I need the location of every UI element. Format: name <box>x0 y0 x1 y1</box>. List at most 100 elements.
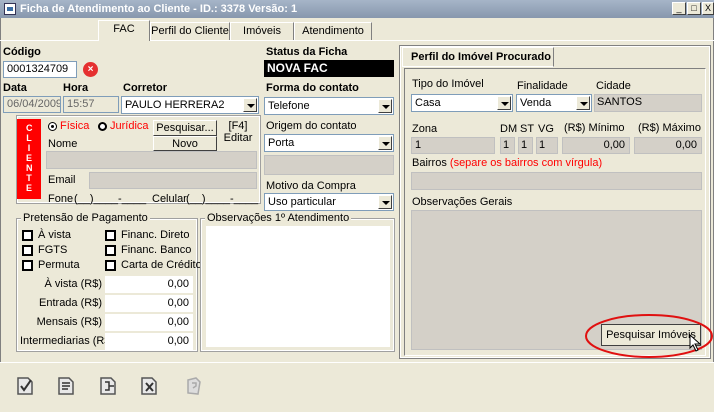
chevron-down-icon[interactable] <box>497 96 511 110</box>
avista-valor-label: À vista (R$) <box>44 278 102 290</box>
dm-field[interactable]: 1 <box>500 137 515 154</box>
dm-label: DM <box>500 123 518 135</box>
tab-atendimento[interactable]: Atendimento <box>294 22 372 40</box>
tipo-imovel-select[interactable]: Casa <box>411 94 513 112</box>
export-doc-icon[interactable] <box>98 375 120 397</box>
email-field[interactable] <box>89 172 257 189</box>
juridica-label: Jurídica <box>110 120 149 132</box>
close-button[interactable]: X <box>702 2 714 15</box>
entrada-valor-field[interactable]: 0,00 <box>105 295 193 312</box>
help-doc-icon[interactable] <box>183 375 205 397</box>
fgts-checkbox[interactable] <box>22 245 33 256</box>
entrada-valor-label: Entrada (R$) <box>39 297 102 309</box>
status-label: Status da Ficha <box>266 46 348 58</box>
window-title: Ficha de Atendimento ao Cliente - ID.: 3… <box>20 3 298 15</box>
status-badge: NOVA FAC <box>264 60 394 77</box>
corretor-select[interactable]: PAULO HERRERA2 <box>121 96 259 114</box>
maximize-button[interactable]: □ <box>687 2 701 15</box>
fone-field[interactable]: (__)____-____ <box>74 193 150 205</box>
corretor-label: Corretor <box>123 82 168 94</box>
finalidade-label: Finalidade <box>517 80 568 92</box>
intermediarias-valor-field[interactable]: 0,00 <box>105 333 193 350</box>
financ-direto-label: Financ. Direto <box>121 229 190 241</box>
pagamento-legend: Pretensão de Pagamento <box>21 212 150 224</box>
delete-doc-icon[interactable] <box>139 375 161 397</box>
finalidade-value: Venda <box>520 97 552 109</box>
origem-contato-value: Porta <box>268 137 295 149</box>
cancel-icon[interactable]: × <box>83 62 98 77</box>
carta-credito-label: Carta de Crédito <box>121 259 202 271</box>
origem-extra-field <box>264 155 394 175</box>
finalidade-select[interactable]: Venda <box>516 94 592 112</box>
financ-banco-label: Financ. Banco <box>121 244 192 256</box>
bairros-hint: (separe os bairros com vírgula) <box>449 157 603 169</box>
vg-field[interactable]: 1 <box>536 137 558 154</box>
edit-doc-icon[interactable] <box>56 375 78 397</box>
avista-valor-field[interactable]: 0,00 <box>105 276 193 293</box>
chevron-down-icon[interactable] <box>378 136 392 150</box>
cliente-band: CLIENTE <box>17 119 41 199</box>
novo-cliente-button[interactable]: Novo <box>153 136 217 151</box>
tab-perfil-cliente[interactable]: Perfil do Cliente <box>150 22 230 40</box>
f4-shortcut: [F4] <box>228 120 248 132</box>
tipo-imovel-value: Casa <box>415 97 441 109</box>
zona-field[interactable]: 1 <box>411 137 495 154</box>
st-label: ST <box>520 123 535 135</box>
financ-banco-checkbox[interactable] <box>105 245 116 256</box>
origem-contato-select[interactable]: Porta <box>264 134 394 152</box>
cidade-field[interactable]: SANTOS <box>594 94 702 112</box>
codigo-label: Código <box>3 46 41 58</box>
chevron-down-icon[interactable] <box>378 195 392 209</box>
tab-fac[interactable]: FAC <box>98 20 150 41</box>
tipo-imovel-label: Tipo do Imóvel <box>412 78 484 90</box>
forma-contato-select[interactable]: Telefone <box>264 97 394 115</box>
fisica-radio[interactable] <box>48 122 57 131</box>
chevron-down-icon[interactable] <box>576 96 590 110</box>
app-icon <box>4 3 16 15</box>
celular-field[interactable]: (__)____-____ <box>186 193 258 205</box>
forma-contato-label: Forma do contato <box>266 82 359 94</box>
pesquisar-cliente-button[interactable]: Pesquisar... <box>153 120 217 136</box>
cidade-label: Cidade <box>596 80 631 92</box>
avista-label: À vista <box>38 229 72 241</box>
nome-field[interactable] <box>46 151 257 169</box>
data-field: 06/04/2009 <box>3 96 61 113</box>
chevron-down-icon[interactable] <box>378 99 392 113</box>
nome-label: Nome <box>48 138 78 150</box>
origem-contato-label: Origem do contato <box>266 120 357 132</box>
motivo-compra-label: Motivo da Compra <box>266 180 356 192</box>
bairros-label: Bairros (separe os bairros com vírgula) <box>412 157 602 169</box>
cursor-icon <box>689 334 702 352</box>
permuta-checkbox[interactable] <box>22 260 33 271</box>
minimize-button[interactable]: _ <box>672 2 686 15</box>
codigo-field[interactable]: 0001324709 <box>3 61 77 78</box>
email-label: Email <box>48 174 76 186</box>
editar-button[interactable]: [F4] Editar <box>220 120 256 152</box>
juridica-radio[interactable] <box>98 122 107 131</box>
motivo-compra-value: Uso particular <box>268 196 336 208</box>
confirm-doc-icon[interactable] <box>15 375 37 397</box>
bairros-field[interactable] <box>411 172 702 190</box>
celular-label: Celular <box>152 193 187 205</box>
observacoes-textarea[interactable] <box>206 226 390 347</box>
carta-credito-checkbox[interactable] <box>105 260 116 271</box>
tab-imoveis[interactable]: Imóveis <box>230 22 294 40</box>
mensais-valor-field[interactable]: 0,00 <box>105 314 193 331</box>
financ-direto-checkbox[interactable] <box>105 230 116 241</box>
mensais-valor-label: Mensais (R$) <box>36 316 102 328</box>
observacoes-legend: Observações 1º Atendimento <box>205 212 352 224</box>
title-bar: Ficha de Atendimento ao Cliente - ID.: 3… <box>0 0 714 18</box>
minimo-field[interactable]: 0,00 <box>562 137 630 154</box>
perfil-tab[interactable]: Perfil do Imóvel Procurado <box>402 47 554 67</box>
motivo-compra-select[interactable]: Uso particular <box>264 193 394 211</box>
st-field[interactable]: 1 <box>518 137 533 154</box>
hora-field: 15:57 <box>63 96 119 113</box>
cliente-band-text: CLIENTE <box>26 123 33 193</box>
zona-label: Zona <box>412 123 438 135</box>
intermediarias-valor-label: Intermediarias (R$) <box>20 335 115 347</box>
chevron-down-icon[interactable] <box>243 98 257 112</box>
maximo-field[interactable]: 0,00 <box>634 137 702 154</box>
avista-checkbox[interactable] <box>22 230 33 241</box>
vg-label: VG <box>538 123 554 135</box>
maximo-label: (R$) Máximo <box>638 122 701 134</box>
